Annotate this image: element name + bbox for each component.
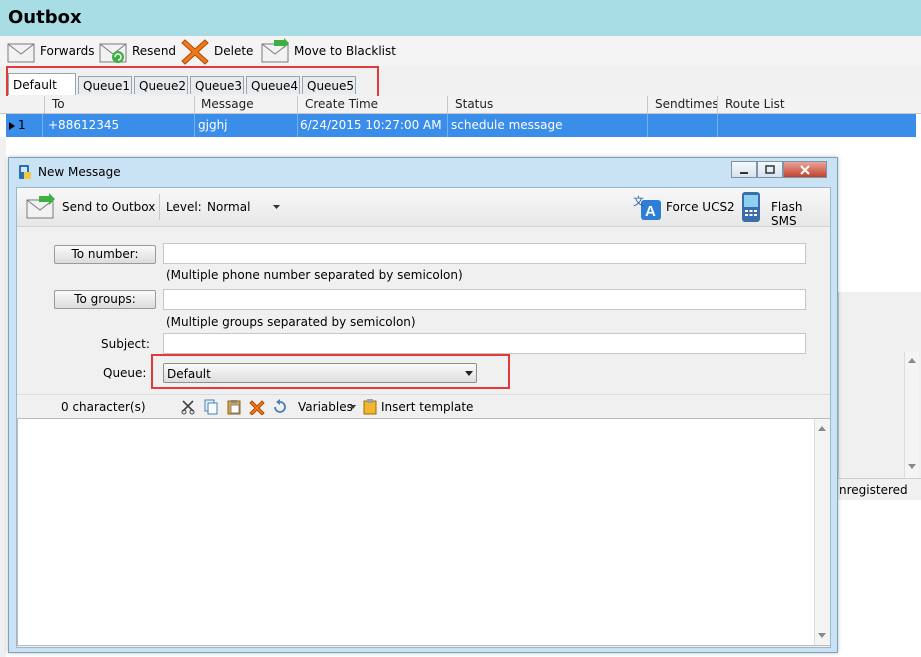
- cell-status: schedule message: [451, 118, 563, 132]
- editor-scrollbar[interactable]: [814, 419, 830, 645]
- force-ucs2-toggle[interactable]: Force UCS2: [666, 200, 735, 214]
- outbox-header: [0, 0, 921, 36]
- level-label: Level:: [166, 200, 202, 214]
- close-button[interactable]: [783, 161, 827, 178]
- minimize-button[interactable]: [731, 161, 757, 178]
- new-message-app-icon: [19, 165, 31, 179]
- envelope-move-icon: [261, 38, 289, 63]
- editor-toolbar: 0 character(s) Variables Insert template: [17, 394, 830, 419]
- translate-ucs2-icon: A 文: [633, 194, 661, 220]
- copy-icon[interactable]: [203, 399, 219, 415]
- grid-column-separator: [297, 96, 298, 113]
- character-count: 0 character(s): [61, 400, 146, 414]
- variables-dropdown-arrow-icon[interactable]: [350, 405, 356, 409]
- to-groups-input[interactable]: [163, 289, 806, 310]
- scroll-up-arrow-icon: [908, 358, 916, 363]
- cell-message: gjghj: [198, 118, 228, 132]
- row-separator: [447, 114, 448, 137]
- row-separator: [194, 114, 195, 137]
- outbox-title: Outbox: [8, 7, 82, 28]
- grid-column-separator: [44, 96, 45, 113]
- background-scrollbar[interactable]: [904, 352, 919, 478]
- template-icon: [363, 399, 377, 415]
- cut-scissors-icon[interactable]: [180, 399, 196, 415]
- clear-x-icon[interactable]: [249, 399, 265, 415]
- resend-button[interactable]: Resend: [98, 36, 176, 66]
- background-area: [838, 500, 921, 657]
- envelope-forward-icon: [7, 43, 35, 63]
- send-envelope-icon: [26, 193, 55, 219]
- grid-column-separator: [194, 96, 195, 113]
- to-number-input[interactable]: [163, 243, 806, 264]
- insert-template-button[interactable]: Insert template: [381, 400, 473, 414]
- delete-label: Delete: [214, 44, 254, 58]
- scroll-down-arrow-icon: [818, 633, 826, 638]
- svg-text:A: A: [645, 203, 656, 220]
- column-header-to[interactable]: To: [52, 97, 65, 111]
- toolbar-separator: [159, 194, 160, 220]
- grid-column-separator: [447, 96, 448, 113]
- svg-text:文: 文: [633, 194, 644, 208]
- column-header-message[interactable]: Message: [201, 97, 254, 111]
- subject-input[interactable]: [163, 333, 806, 354]
- to-number-hint: (Multiple phone number separated by semi…: [166, 268, 463, 282]
- queue-highlight-box: [151, 354, 510, 389]
- column-header-route-list[interactable]: Route List: [725, 97, 785, 111]
- outbox-left-edge: [0, 137, 6, 657]
- dialog-title: New Message: [38, 165, 121, 179]
- column-header-sendtimes[interactable]: Sendtimes: [655, 97, 719, 111]
- column-header-create-time[interactable]: Create Time: [305, 97, 378, 111]
- to-groups-button[interactable]: To groups:: [54, 290, 156, 309]
- to-number-button[interactable]: To number:: [54, 245, 156, 264]
- cell-create-time: 6/24/2015 10:27:00 AM: [300, 118, 442, 132]
- row-pointer-icon: [9, 122, 15, 130]
- cell-to: +88612345: [48, 118, 120, 132]
- forwards-label: Forwards: [40, 44, 95, 58]
- row-separator: [297, 114, 298, 137]
- delete-x-icon: [181, 39, 209, 65]
- outbox-toolbar: Forwards Resend Delete Move to Blacklist: [0, 36, 921, 66]
- resend-label: Resend: [132, 44, 177, 58]
- maximize-icon: [765, 164, 775, 174]
- level-dropdown[interactable]: Normal: [207, 200, 250, 214]
- tab-highlight-box: [6, 66, 379, 100]
- maximize-button[interactable]: [757, 161, 783, 178]
- row-separator: [717, 114, 718, 137]
- grid-column-separator: [647, 96, 648, 113]
- status-registration-text: nregistered: [839, 483, 908, 497]
- queue-label: Queue:: [103, 366, 147, 380]
- grid-header: To Message Create Time Status Sendtimes …: [0, 96, 921, 114]
- row-index: 1: [18, 118, 26, 132]
- forwards-button[interactable]: Forwards: [6, 36, 95, 66]
- move-to-blacklist-button[interactable]: Move to Blacklist: [260, 36, 396, 66]
- move-to-blacklist-label: Move to Blacklist: [294, 44, 396, 58]
- flash-sms-toggle[interactable]: Flash SMS: [771, 200, 830, 228]
- message-body-editor[interactable]: [17, 418, 830, 646]
- send-to-outbox-button[interactable]: Send to Outbox: [62, 200, 155, 214]
- column-header-status[interactable]: Status: [455, 97, 493, 111]
- row-separator: [42, 114, 43, 137]
- to-groups-hint: (Multiple groups separated by semicolon): [166, 315, 416, 329]
- paste-clipboard-icon[interactable]: [226, 399, 242, 415]
- delete-button[interactable]: Delete: [180, 36, 253, 66]
- grid-column-separator: [717, 96, 718, 113]
- scroll-up-arrow-icon: [818, 426, 826, 431]
- flash-sms-phone-icon: [742, 192, 760, 222]
- dialog-toolbar: Send to Outbox Level: Normal A 文 Force U…: [17, 188, 830, 228]
- minimize-icon: [740, 171, 748, 174]
- variables-dropdown[interactable]: Variables: [298, 400, 353, 414]
- level-dropdown-arrow-icon[interactable]: [273, 205, 280, 209]
- envelope-resend-icon: [99, 43, 127, 63]
- row-separator: [647, 114, 648, 137]
- subject-label: Subject:: [101, 337, 150, 351]
- close-icon: [800, 164, 810, 175]
- table-row[interactable]: 1 +88612345 gjghj 6/24/2015 10:27:00 AM …: [6, 114, 916, 137]
- undo-arrow-icon[interactable]: [272, 399, 288, 415]
- scroll-down-arrow-icon: [908, 464, 916, 469]
